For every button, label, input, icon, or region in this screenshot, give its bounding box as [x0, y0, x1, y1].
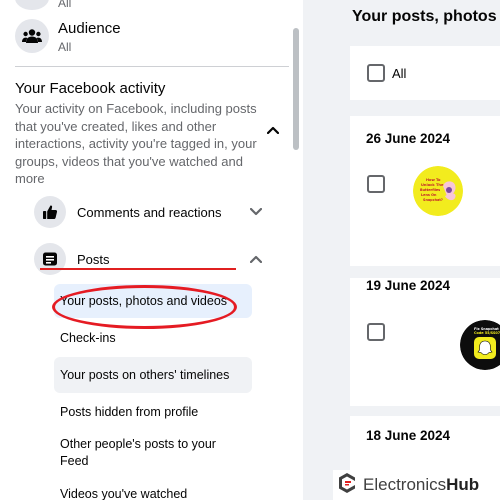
- item-checkbox[interactable]: [367, 323, 385, 341]
- chevron-up-icon[interactable]: [248, 251, 264, 267]
- sidebar-item-label: Posts: [77, 252, 110, 267]
- watermark-text: ElectronicsHub: [363, 475, 480, 494]
- submenu-item-videos-watched[interactable]: Videos you've watched: [54, 484, 252, 500]
- svg-text:How To: How To: [426, 178, 441, 182]
- svg-text:Snapchat?: Snapchat?: [423, 198, 443, 202]
- people-icon: [15, 19, 49, 53]
- page-title: Your posts, photos and videos: [352, 8, 500, 25]
- previous-category-icon[interactable]: [15, 0, 49, 10]
- item-checkbox[interactable]: [367, 175, 385, 193]
- annotation-underline: [40, 268, 236, 270]
- select-all-checkbox[interactable]: [367, 64, 385, 82]
- chevron-down-icon[interactable]: [248, 204, 264, 220]
- annotation-circle: [52, 285, 237, 329]
- activity-content-panel: Your posts, photos and videos All 26 Jun…: [303, 0, 500, 500]
- posts-icon: [34, 243, 66, 275]
- submenu-item-others-posts-to-feed[interactable]: Other people's posts to your Feed: [54, 434, 240, 472]
- svg-text:Butterflies: Butterflies: [420, 188, 440, 192]
- submenu-item-posts-on-others-timelines[interactable]: Your posts on others' timelines: [54, 357, 252, 393]
- date-heading: 18 June 2024: [366, 428, 451, 443]
- previous-category-subtitle: All: [58, 0, 72, 10]
- submenu-item-check-ins[interactable]: Check-ins: [54, 328, 252, 348]
- svg-text:Unlock The: Unlock The: [421, 183, 444, 187]
- select-all-label: All: [392, 66, 407, 81]
- chevron-up-icon[interactable]: [265, 122, 281, 138]
- activity-group-card: 26 June 2024 How To Unlock The Butterfli…: [350, 116, 500, 266]
- svg-text:Lens On: Lens On: [421, 193, 437, 197]
- submenu-item-posts-hidden-from-profile[interactable]: Posts hidden from profile: [54, 402, 252, 422]
- activity-log-sidebar: All Audience All Your Facebook activity …: [0, 0, 303, 500]
- audience-subtitle: All: [58, 40, 72, 54]
- post-thumbnail[interactable]: How To Unlock The Butterflies Lens On Sn…: [413, 166, 463, 216]
- select-all-card: All: [350, 46, 500, 100]
- activity-section-description: Your activity on Facebook, including pos…: [15, 101, 257, 186]
- audience-title: Audience: [58, 20, 121, 37]
- section-divider: [15, 66, 289, 67]
- date-heading: 26 June 2024: [366, 131, 451, 146]
- activity-group-card: 19 June 2024 Fix Snapchat Code 55/SS07: [350, 266, 500, 406]
- activity-section-title: Your Facebook activity: [15, 80, 166, 97]
- svg-text:Code 55/SS07: Code 55/SS07: [474, 331, 500, 335]
- date-heading: 19 June 2024: [366, 278, 451, 293]
- post-thumbnail[interactable]: Fix Snapchat Code 55/SS07: [460, 320, 500, 370]
- thumbs-up-icon: [34, 196, 66, 228]
- electronicshub-logo-icon: [337, 472, 357, 499]
- electronicshub-watermark: ElectronicsHub: [333, 470, 500, 500]
- sidebar-scrollbar[interactable]: [293, 28, 299, 150]
- sidebar-item-label: Comments and reactions: [77, 205, 222, 220]
